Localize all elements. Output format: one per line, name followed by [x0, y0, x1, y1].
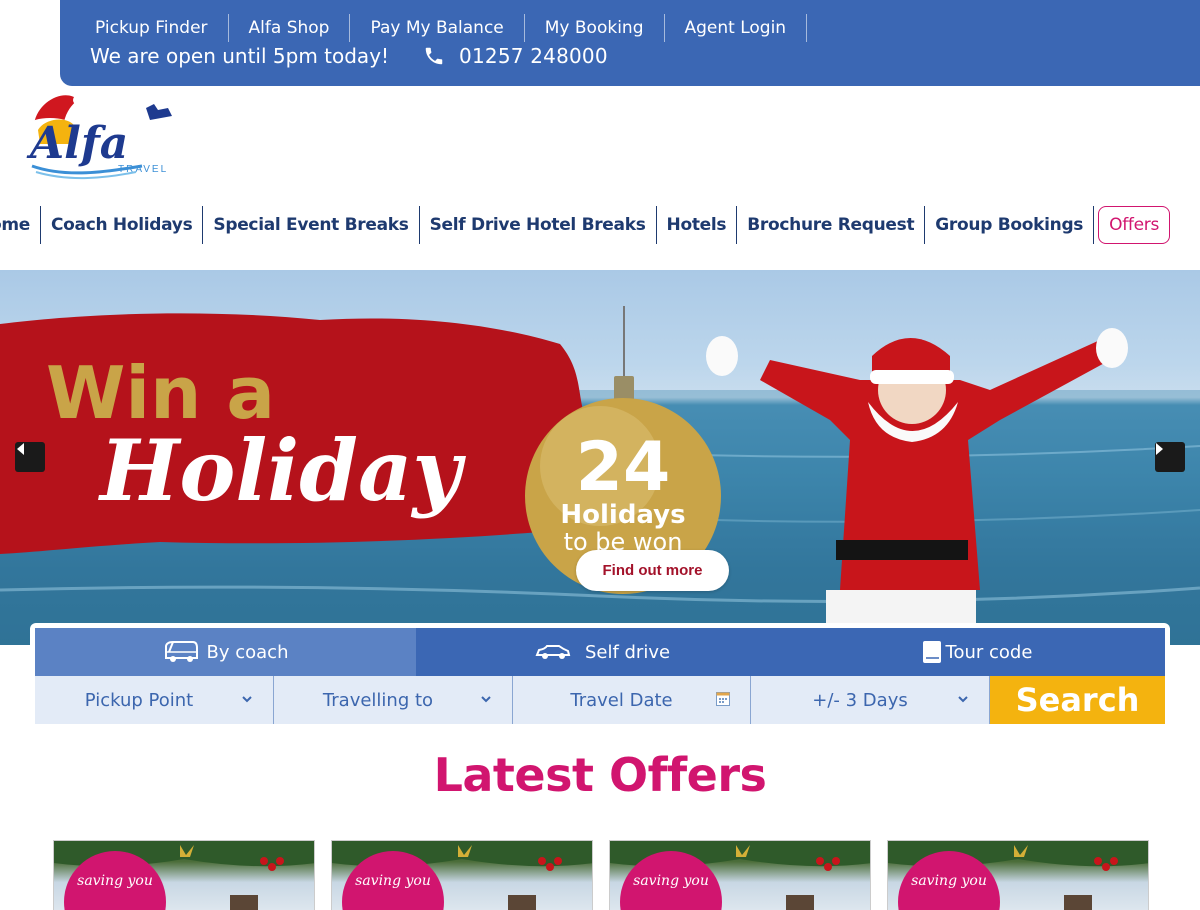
hero-line2: Holiday — [98, 421, 466, 520]
arrow-left-icon — [17, 443, 24, 455]
chevron-down-icon — [242, 696, 252, 703]
date-flexibility-select[interactable]: +/- 3 Days — [751, 676, 990, 724]
offer-badge-text: saving you — [911, 873, 987, 889]
arrow-right-icon — [1156, 443, 1163, 455]
find-out-more-button[interactable]: Find out more — [576, 550, 729, 591]
search-button[interactable]: Search — [990, 676, 1165, 724]
pickup-point-select[interactable]: Pickup Point — [35, 676, 274, 724]
opening-hours-line: We are open until 5pm today! 01257 24800… — [90, 44, 608, 68]
tab-by-coach[interactable]: By coach — [35, 628, 416, 676]
pickup-finder-link[interactable]: Pickup Finder — [75, 14, 229, 42]
travel-date-input[interactable]: Travel Date — [513, 676, 751, 724]
tab-by-coach-label: By coach — [206, 641, 289, 663]
nav-coach-holidays[interactable]: Coach Holidays — [41, 206, 204, 244]
alfa-shop-link[interactable]: Alfa Shop — [229, 14, 351, 42]
nav-brochure-request[interactable]: Brochure Request — [737, 206, 926, 244]
pay-balance-link[interactable]: Pay My Balance — [350, 14, 525, 42]
search-fields: Pickup Point Travelling to Travel Date +… — [35, 676, 1165, 724]
travel-date-value: Travel Date — [570, 689, 673, 711]
latest-offers-heading: Latest Offers — [433, 748, 767, 802]
agent-login-link[interactable]: Agent Login — [665, 14, 808, 42]
car-icon — [535, 643, 571, 661]
phone-number-link[interactable]: 01257 248000 — [459, 44, 608, 68]
alfa-travel-logo[interactable]: Alfa TRAVEL — [26, 86, 181, 181]
opening-hours-text: We are open until 5pm today! — [90, 44, 390, 68]
chevron-down-icon — [481, 696, 491, 703]
holiday-search-widget: By coach Self drive Tour code Pickup Poi… — [30, 623, 1170, 729]
bauble-number: 24 — [576, 428, 671, 507]
utility-links: Pickup Finder Alfa Shop Pay My Balance M… — [75, 14, 808, 42]
logo-wordmark: Alfa — [26, 118, 128, 169]
tab-self-drive[interactable]: Self drive — [416, 628, 789, 676]
bauble-line1: Holidays — [560, 500, 685, 530]
offer-badge-text: saving you — [355, 873, 431, 889]
my-booking-link[interactable]: My Booking — [525, 14, 665, 42]
travelling-to-value: Travelling to — [322, 689, 434, 711]
pickup-point-value: Pickup Point — [84, 689, 194, 711]
coach-icon — [163, 640, 199, 664]
tab-tour-code-label: Tour code — [945, 641, 1033, 663]
carousel-next-button[interactable] — [1155, 442, 1185, 472]
travelling-to-select[interactable]: Travelling to — [274, 676, 513, 724]
chevron-down-icon — [958, 696, 968, 703]
book-icon — [922, 640, 942, 664]
search-tabs: By coach Self drive Tour code — [35, 628, 1165, 676]
main-navigation: Home Coach Holidays Special Event Breaks… — [0, 206, 1170, 244]
offer-badge-text: saving you — [77, 873, 153, 889]
nav-offers[interactable]: Offers — [1098, 206, 1170, 244]
phone-icon — [423, 45, 445, 67]
nav-home[interactable]: Home — [0, 206, 41, 244]
top-utility-bar: Pickup Finder Alfa Shop Pay My Balance M… — [60, 0, 1200, 86]
nav-group-bookings[interactable]: Group Bookings — [925, 206, 1095, 244]
carousel-prev-button[interactable] — [15, 442, 45, 472]
tab-self-drive-label: Self drive — [584, 641, 671, 663]
nav-self-drive-hotel-breaks[interactable]: Self Drive Hotel Breaks — [420, 206, 657, 244]
date-flexibility-value: +/- 3 Days — [812, 689, 908, 711]
nav-special-event-breaks[interactable]: Special Event Breaks — [203, 206, 420, 244]
tab-tour-code[interactable]: Tour code — [789, 628, 1165, 676]
offer-badge-text: saving you — [633, 873, 709, 889]
nav-hotels[interactable]: Hotels — [657, 206, 738, 244]
calendar-icon[interactable] — [716, 692, 730, 706]
hero-banner: Win a Holiday 24 Holidays to be won Find… — [0, 270, 1200, 645]
